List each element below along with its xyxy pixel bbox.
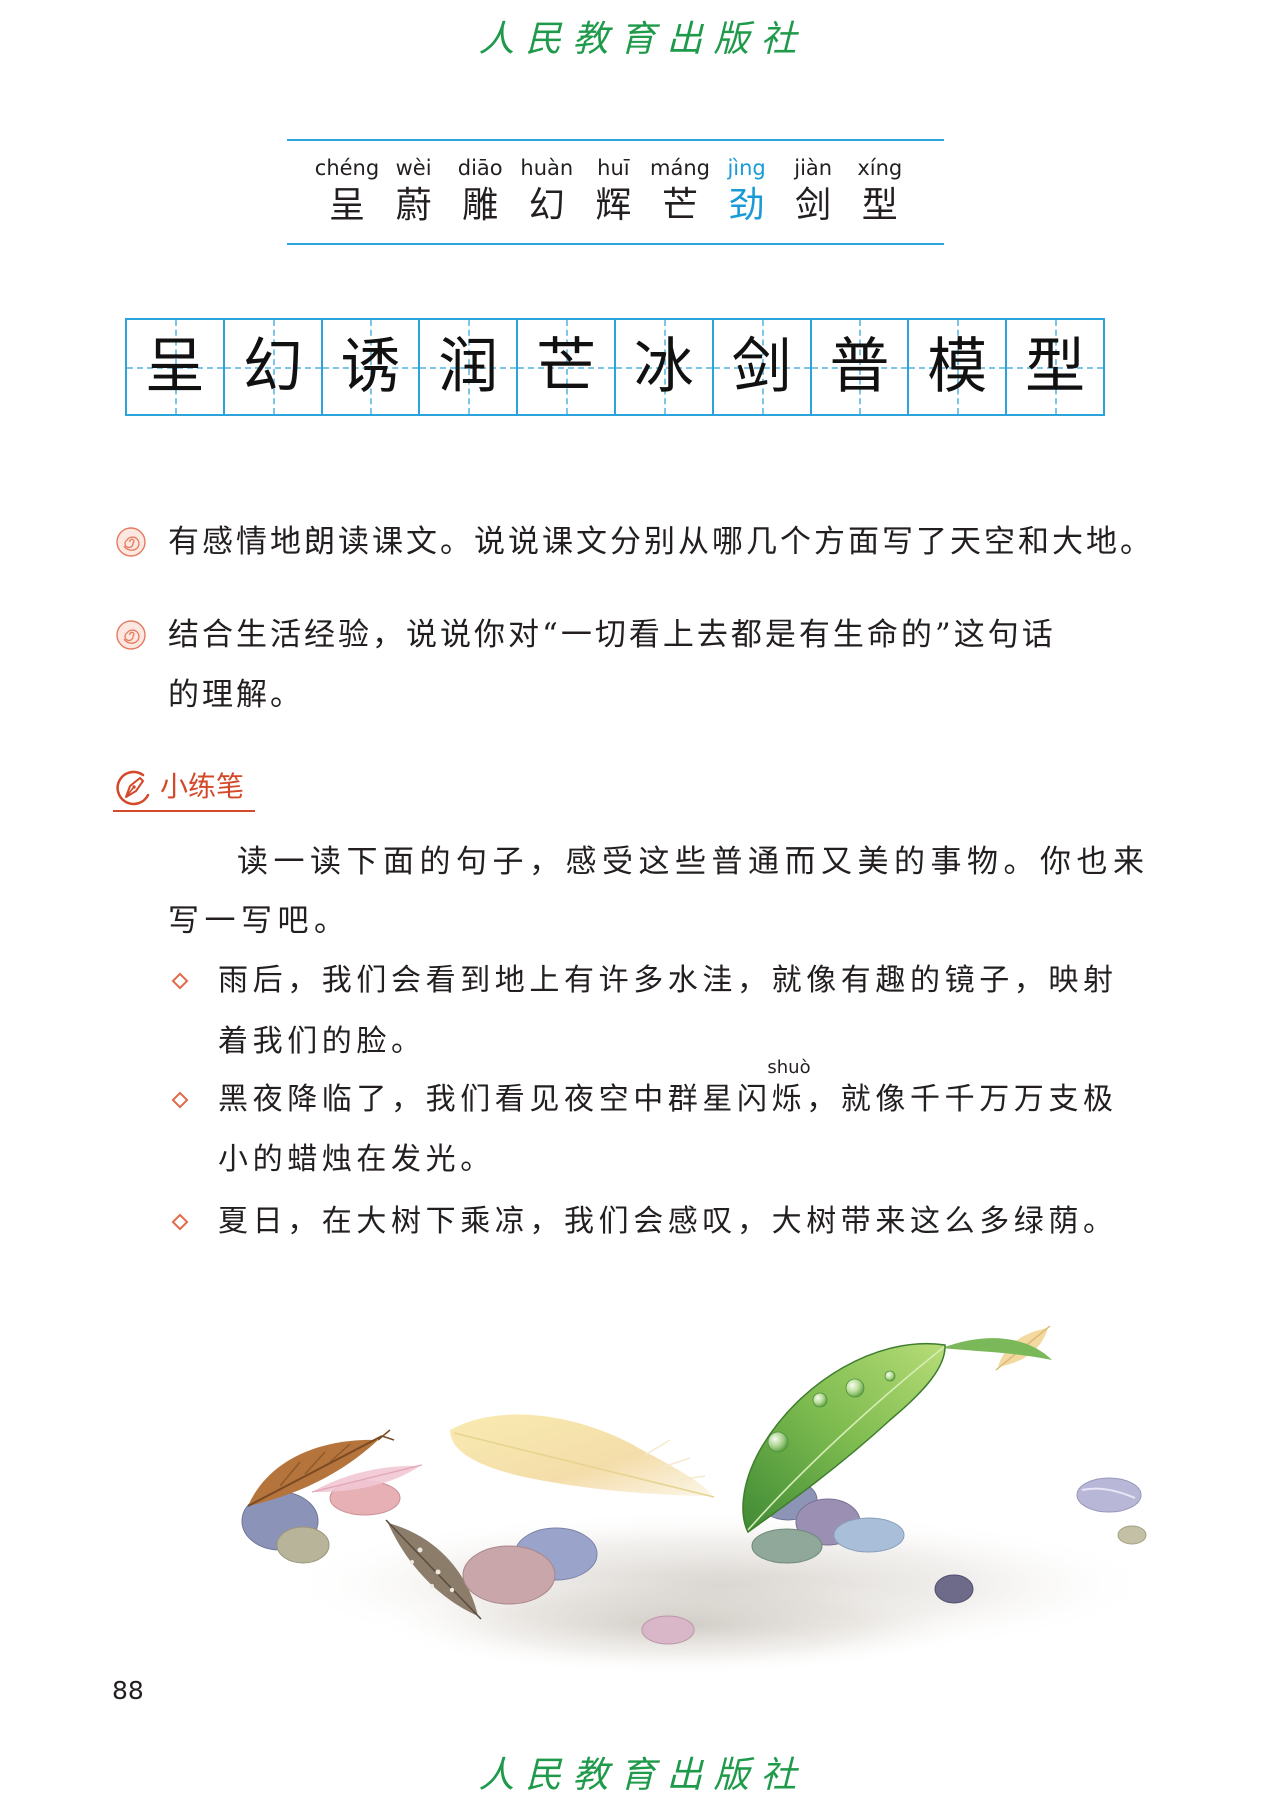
exercise-text-line: 的理解。 xyxy=(168,677,304,713)
publisher-logo-bottom: 人民教育出版社 xyxy=(478,1755,808,1796)
feather-speckle xyxy=(410,1560,414,1564)
writing-character: 诱 xyxy=(340,332,401,402)
writing-grid-cell: 幻 xyxy=(222,320,321,414)
example-sentence-line: 小的蜡烛在发光。 xyxy=(218,1142,495,1177)
stone xyxy=(934,1574,974,1604)
stone xyxy=(751,1528,823,1564)
water-drop xyxy=(884,1370,896,1382)
publisher-logo-top: 人民教育出版社 xyxy=(478,19,808,60)
spiral-bullet-icon xyxy=(116,527,146,557)
writing-character: 普 xyxy=(829,332,890,402)
stone xyxy=(1117,1525,1147,1545)
stone xyxy=(1076,1477,1142,1513)
practice-intro-line: 写一写吧。 xyxy=(168,903,351,939)
writing-character: 润 xyxy=(438,332,499,402)
vocab-character: 劲 xyxy=(728,185,765,226)
vocab-item: xíng 型 xyxy=(847,139,913,245)
still-life-illustration xyxy=(241,1325,1160,1675)
page-number: 88 xyxy=(112,1676,144,1705)
pinyin-annotation: shuò xyxy=(767,1057,811,1078)
writing-grid-cell: 芒 xyxy=(516,320,614,414)
writing-grid-cell: 剑 xyxy=(711,320,810,414)
writing-character: 剑 xyxy=(731,332,792,402)
writing-grid-cell: 模 xyxy=(907,320,1005,414)
vocab-bottom-rule xyxy=(287,243,944,245)
writing-grid-cell: 诱 xyxy=(320,320,419,414)
writing-character: 芒 xyxy=(536,332,597,402)
spiral-bullet-icon xyxy=(116,620,146,650)
exercise-text-line: 有感情地朗读课文。说说课文分别从哪几个方面写了天空和大地。 xyxy=(168,524,1154,560)
feather-speckle xyxy=(449,1587,455,1593)
writing-grid-cell: 冰 xyxy=(613,320,712,414)
example-sentence-line: 夏日，在大树下乘凉，我们会感叹，大树带来这么多绿荫。 xyxy=(218,1204,1118,1239)
writing-grid-cell: 呈 xyxy=(127,320,223,414)
textbook-page: 人民教育出版社 chéng 呈 wèi 蔚 diāo 雕 huàn 幻 huī … xyxy=(0,0,1274,1800)
vocab-pinyin: xíng xyxy=(857,156,903,180)
writing-grid-cell: 普 xyxy=(809,320,908,414)
example-sentence-line: 着我们的脸。 xyxy=(218,1024,426,1059)
water-drop xyxy=(845,1378,865,1398)
vocab-character: 辉 xyxy=(595,185,632,226)
diamond-icon xyxy=(171,972,189,990)
stone xyxy=(641,1615,695,1645)
writing-character: 呈 xyxy=(144,332,205,402)
vocabulary-box: chéng 呈 wèi 蔚 diāo 雕 huàn 幻 huī 辉 máng 芒… xyxy=(287,139,944,245)
example-sentence-line: 黑夜降临了，我们看见夜空中群星闪烁，就像千千万万支极 xyxy=(218,1082,1118,1117)
diamond-icon xyxy=(171,1091,189,1109)
diamond-icon xyxy=(171,1213,189,1231)
water-drop xyxy=(812,1392,828,1408)
vocab-character: 雕 xyxy=(462,185,499,226)
water-drop xyxy=(767,1431,789,1453)
feather-speckle xyxy=(430,1584,434,1588)
practice-heading-underline xyxy=(113,810,255,812)
feather-tuft xyxy=(377,1429,395,1441)
writing-grid: 呈 幻 诱 润 芒 冰 剑 普 模 型 xyxy=(125,318,1105,416)
vocab-character: 剑 xyxy=(795,185,832,226)
writing-character: 型 xyxy=(1025,332,1086,402)
vocab-character: 芒 xyxy=(661,185,698,226)
writing-character: 模 xyxy=(927,332,988,402)
exercise-text-line: 结合生活经验，说说你对“一切看上去都是有生命的”这句话 xyxy=(168,617,1056,653)
feather-speckle xyxy=(435,1569,441,1575)
writing-grid-cell: 润 xyxy=(418,320,516,414)
writing-character: 幻 xyxy=(242,332,303,402)
example-sentence-line: 雨后，我们会看到地上有许多水洼，就像有趣的镜子，映射 xyxy=(218,963,1118,998)
vocab-character: 呈 xyxy=(328,185,365,226)
practice-heading: 小练笔 xyxy=(160,770,245,803)
feather-speckle xyxy=(417,1547,423,1553)
writing-grid-cell: 型 xyxy=(1005,320,1103,414)
stone xyxy=(276,1526,330,1564)
pen-icon xyxy=(116,770,150,806)
vocab-character: 幻 xyxy=(528,185,565,226)
stone xyxy=(833,1517,905,1553)
vocab-character: 型 xyxy=(861,185,898,226)
vocab-character: 蔚 xyxy=(395,185,432,226)
stone xyxy=(462,1545,556,1605)
writing-character: 冰 xyxy=(633,332,694,402)
practice-intro-line: 读一读下面的句子，感受这些普通而又美的事物。你也来 xyxy=(237,844,1150,880)
yellow-feather xyxy=(450,1414,712,1496)
